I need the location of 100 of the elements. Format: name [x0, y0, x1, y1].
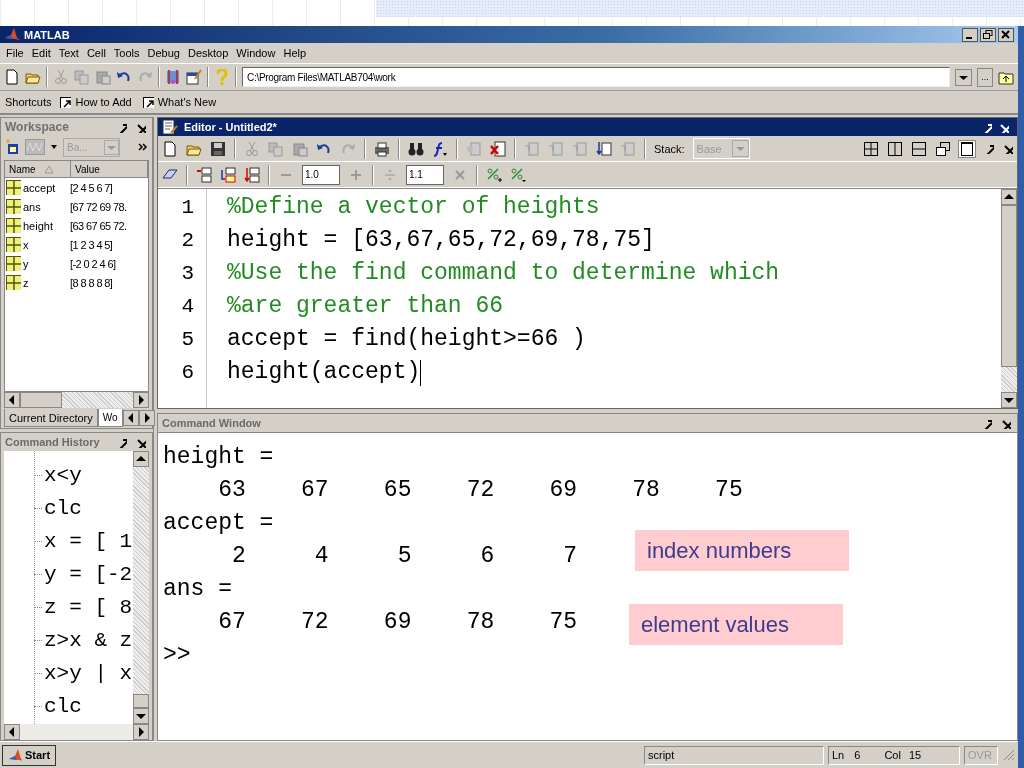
scroll-thumb[interactable] [1001, 205, 1017, 367]
window-edit-icon[interactable] [186, 69, 202, 85]
close-icon[interactable] [1000, 417, 1011, 429]
directory-field[interactable]: C:\Program Files\MATLAB704\work [242, 67, 950, 87]
scroll-right-button[interactable] [133, 724, 149, 740]
scroll-left-button[interactable] [4, 392, 20, 408]
scroll-up-button[interactable] [133, 451, 149, 467]
status-mode: script [644, 745, 824, 765]
start-button[interactable]: Start [2, 744, 57, 766]
history-entry[interactable]: x>y | x [34, 657, 133, 690]
history-entry[interactable]: clc [34, 690, 133, 723]
line-number: 1 [180, 195, 195, 221]
history-entry[interactable]: y = [-2 [34, 558, 133, 591]
history-entry[interactable]: z = [ 8 [34, 591, 133, 624]
variable-name[interactable]: z [23, 276, 29, 289]
editor-title: Editor - Untitled2* [184, 121, 277, 133]
column-header[interactable]: Name [5, 161, 71, 178]
menu-item[interactable]: Desktop [183, 47, 233, 59]
variable-value: [1 2 3 4 5] [70, 238, 113, 251]
variable-name[interactable]: y [23, 257, 29, 270]
printer-icon[interactable] [374, 140, 390, 157]
horizontal-scrollbar[interactable] [4, 392, 149, 408]
panel-tab[interactable]: Wo [97, 409, 123, 427]
history-entry[interactable]: x = [ 1 [34, 525, 133, 558]
restore-icon[interactable] [980, 27, 996, 42]
horizontal-scrollbar[interactable] [4, 724, 149, 740]
cascade-windows-icon[interactable] [935, 140, 951, 157]
scroll-left-button[interactable] [4, 724, 20, 740]
text-cursor [420, 359, 422, 386]
close-icon[interactable] [998, 121, 1009, 133]
variable-name[interactable]: ans [23, 200, 41, 213]
tile-rows-icon[interactable] [911, 140, 927, 157]
caret-icon [104, 139, 119, 155]
percent-add-icon[interactable] [486, 166, 502, 183]
shortcut-link[interactable]: How to Add [75, 96, 132, 108]
dropdown-button[interactable] [955, 68, 972, 86]
minimize-icon[interactable] [962, 27, 978, 42]
matrix-icon [6, 237, 21, 252]
tab-scroll-right-button[interactable] [138, 410, 155, 426]
close-icon[interactable] [135, 436, 146, 448]
menu-item[interactable]: Edit [27, 47, 55, 59]
new-file-icon[interactable] [4, 69, 20, 85]
line-number: 6 [180, 360, 195, 386]
browse-button[interactable]: ... [977, 67, 993, 87]
resize-grip-icon[interactable] [1002, 748, 1016, 762]
scroll-down-button[interactable] [1001, 392, 1017, 408]
close-icon[interactable] [1002, 143, 1013, 154]
menu-item[interactable]: Text [54, 47, 83, 59]
scroll-down-button[interactable] [133, 708, 149, 724]
variable-name[interactable]: accept [23, 181, 56, 194]
binoculars-icon[interactable] [408, 140, 424, 157]
vertical-scrollbar[interactable] [133, 451, 149, 724]
menu-item[interactable]: Window [232, 47, 280, 59]
vertical-scrollbar[interactable] [1001, 189, 1017, 408]
console-output: >> [163, 641, 191, 670]
shortcut-icon[interactable] [59, 96, 72, 108]
shortcut-icon[interactable] [141, 96, 154, 108]
tile-grid-icon[interactable] [863, 140, 879, 157]
history-entry[interactable]: x<y [34, 459, 133, 492]
history-entry[interactable]: clc [34, 492, 133, 525]
menu-item[interactable]: Debug [143, 47, 184, 59]
number-field[interactable]: 1.1 [406, 164, 444, 185]
shortcut-link[interactable]: What's New [157, 96, 217, 108]
menu-item[interactable]: Tools [109, 47, 144, 59]
new-variable-icon[interactable] [5, 139, 21, 155]
document-arrow-icon[interactable] [596, 140, 612, 157]
maximize-icon[interactable] [959, 140, 975, 157]
clear-breakpoints-icon[interactable] [490, 140, 506, 157]
number-field[interactable]: 1.0 [302, 164, 340, 185]
cell-advance-icon[interactable] [244, 166, 260, 183]
variable-name[interactable]: x [23, 238, 29, 251]
code-comment: %are greater than 66 [227, 292, 504, 321]
scroll-up-button[interactable] [1001, 189, 1017, 205]
matrix-icon [6, 275, 21, 290]
percent-remove-icon[interactable] [510, 166, 526, 183]
close-icon[interactable] [135, 121, 146, 133]
tab-scroll-left-button[interactable] [122, 410, 139, 426]
code-comment: %Define a vector of heights [227, 193, 600, 222]
history-entry[interactable]: z>x & z [34, 624, 133, 657]
menu-item[interactable]: Cell [82, 47, 110, 59]
shortcuts-label: Shortcuts [5, 96, 52, 108]
variable-value: [8 8 8 8 8] [70, 276, 113, 289]
menu-item[interactable]: Help [279, 47, 311, 59]
scroll-thumb[interactable] [133, 694, 149, 708]
function-icon[interactable] [432, 140, 448, 157]
new-file-icon[interactable] [162, 140, 178, 157]
window-title: MATLAB [24, 28, 70, 41]
scroll-thumb[interactable] [20, 392, 62, 408]
variable-value: [63 67 65 72. [70, 219, 127, 232]
column-header[interactable]: Value [71, 161, 148, 178]
panel-tab[interactable]: Current Directory [4, 409, 98, 427]
cell-eval-icon[interactable] [220, 166, 236, 183]
cell-insert-icon[interactable] [196, 166, 212, 183]
variable-name[interactable]: height [23, 219, 53, 232]
up-folder-icon[interactable] [998, 69, 1014, 85]
block-diagram-icon[interactable] [165, 69, 181, 85]
menu-item[interactable]: File [2, 47, 28, 59]
close-icon[interactable] [998, 27, 1014, 42]
tile-columns-icon[interactable] [887, 140, 903, 157]
scroll-right-button[interactable] [133, 392, 149, 408]
